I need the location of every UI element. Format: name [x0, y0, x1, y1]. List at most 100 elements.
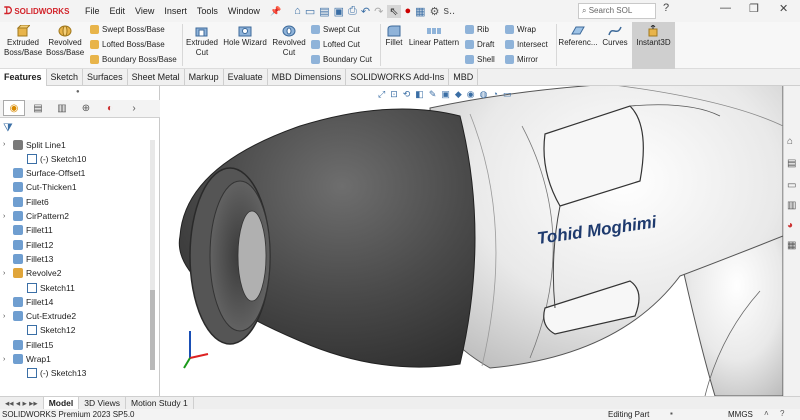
tree-scrollbar-thumb[interactable]	[150, 290, 155, 370]
swept-cut-button[interactable]: Swept Cut	[311, 25, 360, 34]
view-palette-icon[interactable]: ▥	[787, 200, 798, 211]
hide-show-icon[interactable]: ◉	[467, 89, 475, 100]
dynamic-annotation-icon[interactable]: ✎	[429, 89, 437, 100]
tree-item[interactable]: (-) Sketch10	[17, 152, 86, 165]
menu-tools[interactable]: Tools	[192, 6, 223, 16]
tree-item[interactable]: Fillet15	[3, 338, 53, 351]
tree-item[interactable]: › Split Line1	[3, 138, 66, 151]
hole-wizard-button[interactable]: Hole Wizard	[222, 25, 268, 48]
property-manager-tab-icon[interactable]: ▤	[27, 100, 49, 116]
tab-scroll-icons[interactable]: ◂◂ ◂ ▸ ▸▸	[0, 397, 44, 409]
lofted-cut-button[interactable]: Lofted Cut	[311, 40, 360, 49]
new-document-icon[interactable]: ▭	[305, 5, 315, 18]
solidworks-logo[interactable]: ᗪ SOLIDWORKS	[0, 6, 80, 17]
tree-item[interactable]: Fillet11	[3, 224, 53, 237]
part-model[interactable]: Tohid Moghimi	[160, 86, 783, 396]
display-manager-tab-icon[interactable]: ◐	[99, 100, 121, 116]
configuration-manager-tab-icon[interactable]: ▥	[51, 100, 73, 116]
rebuild-status-icon[interactable]: ▪	[670, 409, 673, 418]
expand-chevron-icon[interactable]: ›	[3, 313, 11, 320]
tree-item[interactable]: › Revolve2	[3, 267, 61, 280]
panel-more-icon[interactable]: ›	[123, 100, 145, 116]
tree-item[interactable]: › Cut-Extrude2	[3, 310, 76, 323]
tree-item[interactable]: › Wrap1	[3, 353, 51, 366]
open-icon[interactable]: ▤	[319, 5, 329, 18]
graphics-area[interactable]: Tohid Moghimi	[160, 86, 783, 396]
expand-chevron-icon[interactable]: ›	[3, 356, 11, 363]
units-text[interactable]: MMGS	[728, 410, 753, 419]
tree-item[interactable]: (-) Sketch13	[17, 367, 86, 380]
view-settings-icon[interactable]: ▭	[503, 89, 512, 100]
print-icon[interactable]: ⎙	[348, 5, 357, 18]
edit-appearance-icon[interactable]: ◍	[480, 89, 488, 100]
tree-item[interactable]: › CirPattern2	[3, 210, 69, 223]
instant3d-button[interactable]: Instant3D	[633, 25, 674, 48]
redo-icon[interactable]: ↷	[374, 5, 383, 18]
search-input[interactable]: ⌕ Search SOL	[578, 3, 656, 19]
tree-item[interactable]: Fillet14	[3, 295, 53, 308]
rib-button[interactable]: Rib	[465, 25, 489, 34]
revolved-boss-button[interactable]: Revolved Boss/Base	[46, 25, 84, 58]
curves-button[interactable]: Curves	[600, 25, 630, 48]
linear-pattern-button[interactable]: Linear Pattern	[408, 25, 460, 48]
select-icon[interactable]: ⇖	[387, 4, 401, 18]
tab-sketch[interactable]: Sketch	[47, 69, 84, 86]
lofted-boss-button[interactable]: Lofted Boss/Base	[90, 40, 165, 49]
mirror-button[interactable]: Mirror	[505, 55, 538, 64]
expand-chevron-icon[interactable]: ›	[3, 141, 11, 148]
feature-manager-tab-icon[interactable]: ◉	[3, 100, 25, 116]
tree-item[interactable]: Fillet12	[3, 238, 53, 251]
menu-window[interactable]: Window	[223, 6, 265, 16]
view-orientation-icon[interactable]: ▣	[441, 89, 450, 100]
boundary-boss-button[interactable]: Boundary Boss/Base	[90, 55, 177, 64]
save-icon[interactable]: ▣	[334, 5, 344, 18]
reference-geometry-button[interactable]: Referenc...	[558, 25, 598, 48]
filter-icon[interactable]: ⧩	[3, 122, 13, 135]
previous-view-icon[interactable]: ⟲	[403, 89, 411, 100]
appearances-icon[interactable]: ◕	[787, 220, 798, 231]
tree-item[interactable]: Cut-Thicken1	[3, 181, 77, 194]
tab-sheet-metal[interactable]: Sheet Metal	[128, 69, 185, 86]
intersect-button[interactable]: Intersect	[505, 40, 548, 49]
menu-view[interactable]: View	[130, 6, 159, 16]
tree-item[interactable]: Surface-Offset1	[3, 167, 85, 180]
minimize-icon[interactable]: —	[720, 2, 731, 14]
zoom-to-fit-icon[interactable]: ⤢	[378, 89, 385, 100]
wrap-button[interactable]: Wrap	[505, 25, 536, 34]
pin-icon[interactable]: 📌	[265, 6, 286, 17]
tab-markup[interactable]: Markup	[185, 69, 224, 86]
fillet-button[interactable]: Fillet	[382, 25, 406, 48]
restore-icon[interactable]: ❐	[749, 2, 759, 15]
apply-scene-icon[interactable]: ◔	[493, 89, 498, 100]
expand-chevron-icon[interactable]: ›	[3, 270, 11, 277]
expand-chevron-icon[interactable]: ›	[3, 213, 11, 220]
collapse-handle-icon[interactable]: ●	[76, 89, 80, 95]
undo-icon[interactable]: ↶	[361, 5, 370, 18]
menu-edit[interactable]: Edit	[105, 6, 131, 16]
file-explorer-icon[interactable]: ▭	[787, 180, 798, 191]
overflow-icon[interactable]: s..	[443, 5, 455, 17]
tab-mbd[interactable]: MBD	[449, 69, 479, 86]
dimxpert-tab-icon[interactable]: ⊕	[75, 100, 97, 116]
options-icon[interactable]: ⚙	[430, 5, 440, 18]
design-library-icon[interactable]: ▤	[787, 158, 798, 169]
close-icon[interactable]: ✕	[779, 2, 788, 15]
extruded-boss-button[interactable]: Extruded Boss/Base	[4, 25, 42, 58]
revolved-cut-button[interactable]: Revolved Cut	[271, 25, 307, 58]
tab-evaluate[interactable]: Evaluate	[224, 69, 268, 86]
menu-file[interactable]: File	[80, 6, 105, 16]
tab-model[interactable]: Model	[43, 397, 80, 409]
home-icon[interactable]: ⌂	[294, 5, 301, 17]
extruded-cut-button[interactable]: Extruded Cut	[184, 25, 220, 58]
tree-item[interactable]: Sketch11	[17, 281, 75, 294]
custom-properties-icon[interactable]: ▦	[787, 240, 798, 251]
swept-boss-button[interactable]: Swept Boss/Base	[90, 25, 165, 34]
tree-item[interactable]: Sketch12	[17, 324, 75, 337]
tab-3d-views[interactable]: 3D Views	[79, 397, 126, 409]
boundary-cut-button[interactable]: Boundary Cut	[311, 55, 372, 64]
section-view-icon[interactable]: ◧	[415, 89, 424, 100]
tab-features[interactable]: Features	[0, 69, 47, 86]
zoom-to-area-icon[interactable]: ⊡	[390, 89, 398, 100]
draft-button[interactable]: Draft	[465, 40, 494, 49]
tree-item[interactable]: Fillet6	[3, 195, 49, 208]
